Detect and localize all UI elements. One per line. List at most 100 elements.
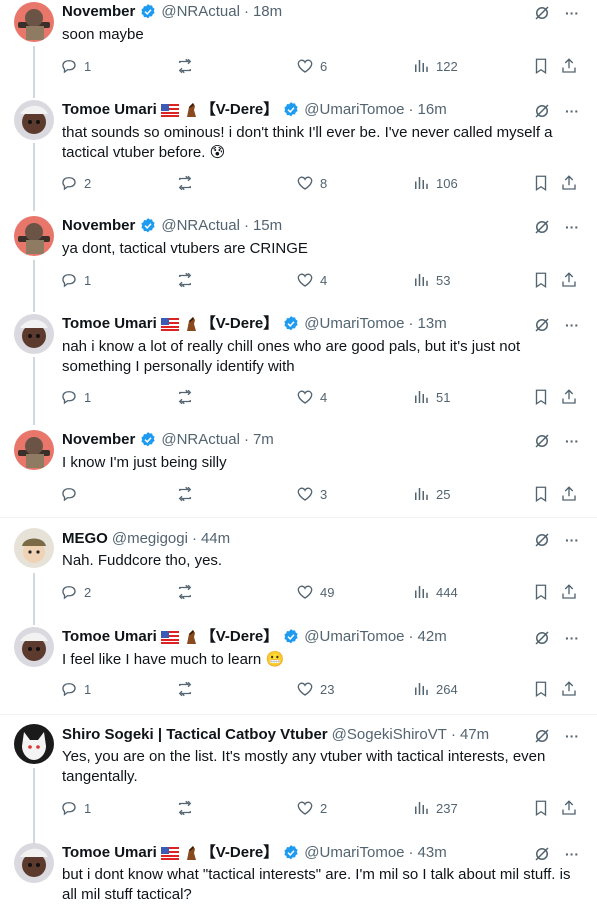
display-name[interactable]: November <box>62 430 135 450</box>
grok-icon[interactable] <box>533 218 551 236</box>
timestamp[interactable]: 44m <box>201 529 230 549</box>
views-button[interactable]: 106 <box>412 174 458 192</box>
views-button[interactable]: 264 <box>412 680 458 698</box>
display-name[interactable]: Tomoe Umari <box>62 314 157 334</box>
timestamp[interactable]: 47m <box>460 725 489 745</box>
avatar[interactable] <box>14 314 54 354</box>
like-button[interactable]: 6 <box>296 57 327 75</box>
share-button[interactable] <box>560 485 578 503</box>
more-options-icon[interactable]: ··· <box>565 630 579 646</box>
display-name[interactable]: Shiro Sogeki | Tactical Catboy Vtuber <box>62 725 328 745</box>
display-name[interactable]: November <box>62 216 135 236</box>
timestamp[interactable]: 16m <box>418 100 447 120</box>
more-options-icon[interactable]: ··· <box>565 317 579 333</box>
avatar[interactable] <box>14 2 54 42</box>
user-handle[interactable]: @UmariTomoe <box>304 843 404 863</box>
user-handle[interactable]: @megigogi <box>112 529 188 549</box>
like-button[interactable]: 4 <box>296 271 327 289</box>
user-handle[interactable]: @UmariTomoe <box>304 627 404 647</box>
more-options-icon[interactable]: ··· <box>565 846 579 862</box>
reply-button[interactable]: 1 <box>60 799 91 817</box>
more-options-icon[interactable]: ··· <box>565 728 579 744</box>
avatar[interactable] <box>14 430 54 470</box>
repost-button[interactable] <box>175 271 201 289</box>
like-button[interactable]: 23 <box>296 680 334 698</box>
user-handle[interactable]: @NRActual <box>161 2 240 22</box>
bookmark-button[interactable] <box>532 174 550 192</box>
share-button[interactable] <box>560 57 578 75</box>
repost-button[interactable] <box>175 388 201 406</box>
reply-button[interactable]: 2 <box>60 174 91 192</box>
like-button[interactable]: 49 <box>296 583 334 601</box>
timestamp[interactable]: 42m <box>418 627 447 647</box>
timestamp[interactable]: 7m <box>253 430 274 450</box>
grok-icon[interactable] <box>533 629 551 647</box>
user-handle[interactable]: @UmariTomoe <box>304 314 404 334</box>
avatar[interactable] <box>14 843 54 883</box>
views-button[interactable]: 237 <box>412 799 458 817</box>
bookmark-button[interactable] <box>532 583 550 601</box>
grok-icon[interactable] <box>533 845 551 863</box>
reply-button[interactable]: 1 <box>60 388 91 406</box>
like-button[interactable]: 8 <box>296 174 327 192</box>
like-button[interactable]: 3 <box>296 485 327 503</box>
timestamp[interactable]: 15m <box>253 216 282 236</box>
display-name[interactable]: Tomoe Umari <box>62 843 157 863</box>
like-button[interactable]: 4 <box>296 388 327 406</box>
repost-button[interactable] <box>175 485 201 503</box>
timestamp[interactable]: 13m <box>418 314 447 334</box>
grok-icon[interactable] <box>533 432 551 450</box>
repost-button[interactable] <box>175 174 201 192</box>
share-button[interactable] <box>560 799 578 817</box>
avatar[interactable] <box>14 724 54 764</box>
share-button[interactable] <box>560 174 578 192</box>
display-name[interactable]: November <box>62 2 135 22</box>
views-button[interactable]: 122 <box>412 57 458 75</box>
display-name[interactable]: Tomoe Umari <box>62 627 157 647</box>
repost-button[interactable] <box>175 799 201 817</box>
timestamp[interactable]: 43m <box>418 843 447 863</box>
avatar[interactable] <box>14 528 54 568</box>
grok-icon[interactable] <box>533 4 551 22</box>
reply-button[interactable]: 2 <box>60 583 91 601</box>
more-options-icon[interactable]: ··· <box>565 103 579 119</box>
user-handle[interactable]: @NRActual <box>161 216 240 236</box>
user-handle[interactable]: @NRActual <box>161 430 240 450</box>
grok-icon[interactable] <box>533 102 551 120</box>
repost-button[interactable] <box>175 57 201 75</box>
repost-button[interactable] <box>175 680 201 698</box>
views-button[interactable]: 51 <box>412 388 450 406</box>
more-options-icon[interactable]: ··· <box>565 219 579 235</box>
grok-icon[interactable] <box>533 316 551 334</box>
bookmark-button[interactable] <box>532 388 550 406</box>
share-button[interactable] <box>560 271 578 289</box>
grok-icon[interactable] <box>533 531 551 549</box>
views-button[interactable]: 25 <box>412 485 450 503</box>
grok-icon[interactable] <box>533 727 551 745</box>
bookmark-button[interactable] <box>532 271 550 289</box>
more-options-icon[interactable]: ··· <box>565 532 579 548</box>
display-name[interactable]: MEGO <box>62 529 108 549</box>
avatar[interactable] <box>14 627 54 667</box>
reply-button[interactable] <box>60 485 84 503</box>
share-button[interactable] <box>560 583 578 601</box>
like-button[interactable]: 2 <box>296 799 327 817</box>
bookmark-button[interactable] <box>532 485 550 503</box>
views-button[interactable]: 444 <box>412 583 458 601</box>
more-options-icon[interactable]: ··· <box>565 433 579 449</box>
avatar[interactable] <box>14 216 54 256</box>
bookmark-button[interactable] <box>532 799 550 817</box>
reply-button[interactable]: 1 <box>60 271 91 289</box>
share-button[interactable] <box>560 680 578 698</box>
share-button[interactable] <box>560 388 578 406</box>
bookmark-button[interactable] <box>532 680 550 698</box>
repost-button[interactable] <box>175 583 201 601</box>
avatar[interactable] <box>14 100 54 140</box>
timestamp[interactable]: 18m <box>253 2 282 22</box>
user-handle[interactable]: @SogekiShiroVT <box>332 725 447 745</box>
user-handle[interactable]: @UmariTomoe <box>304 100 404 120</box>
display-name[interactable]: Tomoe Umari <box>62 100 157 120</box>
reply-button[interactable]: 1 <box>60 680 91 698</box>
reply-button[interactable]: 1 <box>60 57 91 75</box>
bookmark-button[interactable] <box>532 57 550 75</box>
